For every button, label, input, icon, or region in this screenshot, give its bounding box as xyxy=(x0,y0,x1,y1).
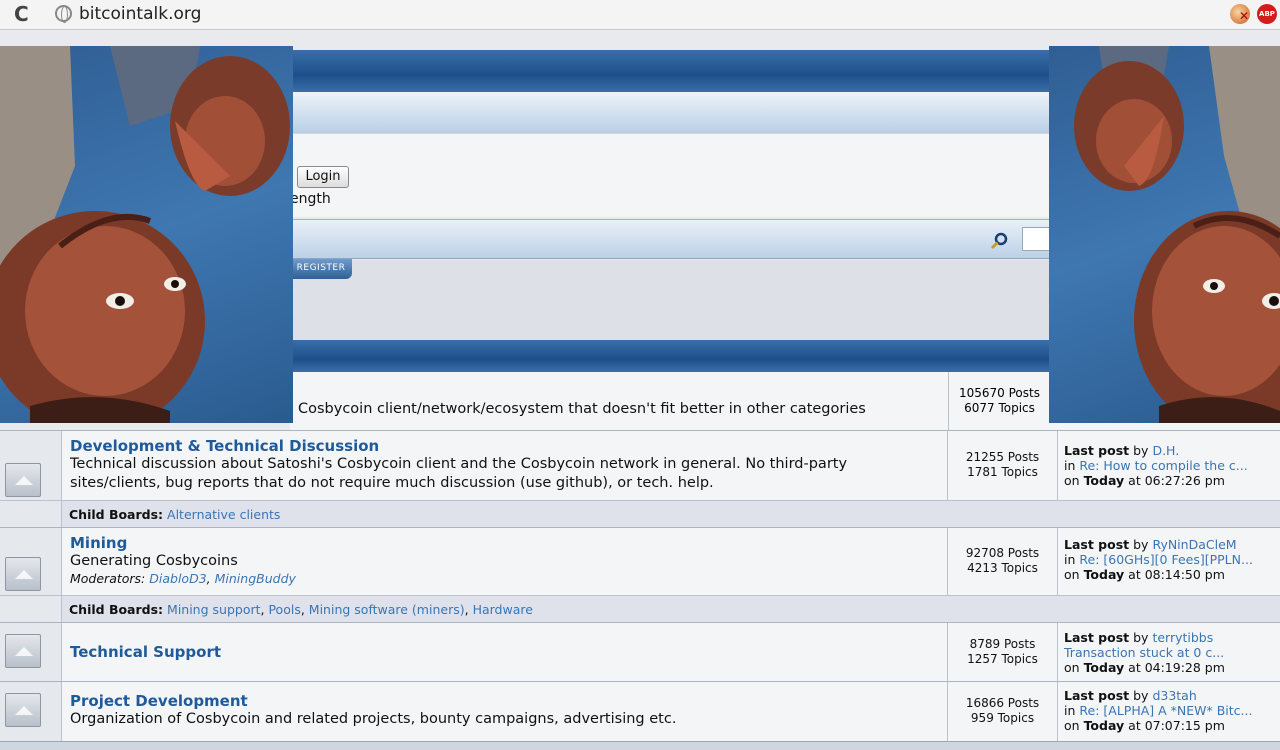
topic-count: 1781 Topics xyxy=(967,465,1038,479)
board-row: Project Development Organization of Cosb… xyxy=(0,681,1280,741)
child-board-link[interactable]: Mining software (miners) xyxy=(309,602,465,617)
menu-area xyxy=(290,260,1050,340)
moderator-link[interactable]: DiabloD3 xyxy=(149,571,206,586)
topic-count: 959 Topics xyxy=(970,711,1035,725)
child-board-link[interactable]: Pools xyxy=(268,602,300,617)
post-count: 92708 Posts xyxy=(965,546,1040,560)
child-board-link[interactable]: Mining support xyxy=(167,602,260,617)
topic-count: 6077 Topics xyxy=(964,401,1035,415)
post-count: 105670 Posts xyxy=(959,386,1040,400)
last-post-author[interactable]: D.H. xyxy=(1152,443,1179,458)
post-count: 16866 Posts xyxy=(965,696,1040,710)
board-status-icon[interactable] xyxy=(5,693,41,727)
last-post-topic[interactable]: Re: How to compile the c... xyxy=(1079,458,1247,473)
portrait-image-right xyxy=(1049,46,1280,423)
browser-toolbar: C bitcointalk.org ABP xyxy=(0,0,1280,30)
board-title[interactable]: Development & Technical Discussion xyxy=(70,437,939,455)
search-bar xyxy=(290,219,1050,259)
board-status-icon[interactable] xyxy=(5,557,41,591)
board-moderators: Moderators: DiabloD3, MiningBuddy xyxy=(70,571,296,586)
child-boards: Child Boards: Mining support, Pools, Min… xyxy=(62,595,1280,622)
last-post: Last post by d33tah in Re: [ALPHA] A *NE… xyxy=(1064,688,1253,733)
board-title[interactable]: Mining xyxy=(70,534,939,552)
last-post: Last post by RyNinDaCleM in Re: [60GHs][… xyxy=(1064,537,1253,582)
board-stats: 105670 Posts 6077 Topics xyxy=(948,372,1050,431)
child-board-link[interactable]: Alternative clients xyxy=(167,507,280,522)
last-post-topic[interactable]: Re: [60GHs][0 Fees][PPLN... xyxy=(1079,552,1253,567)
login-button[interactable]: Login xyxy=(297,166,349,188)
board-description: Technical discussion about Satoshi's Cos… xyxy=(70,456,848,491)
board-title[interactable]: Project Development xyxy=(70,692,939,710)
board-row: Mining Generating Cosbycoins Moderators:… xyxy=(0,527,1280,595)
board-row: Technical Support 8789 Posts 1257 Topics… xyxy=(0,622,1280,681)
last-post: Last post by terrytibbs Transaction stuc… xyxy=(1064,630,1225,675)
header-subbar xyxy=(290,92,1050,133)
search-icon[interactable] xyxy=(990,232,1008,250)
last-post-topic[interactable]: Re: [ALPHA] A *NEW* Bitc... xyxy=(1079,703,1252,718)
board-description: Organization of Cosbycoin and related pr… xyxy=(70,711,677,727)
topic-count: 1257 Topics xyxy=(967,652,1038,666)
post-count: 21255 Posts xyxy=(965,450,1040,464)
table-footer xyxy=(0,741,1280,750)
globe-icon xyxy=(55,5,72,23)
login-panel xyxy=(290,133,1050,217)
last-post-author[interactable]: terrytibbs xyxy=(1152,630,1213,645)
topic-count: 4213 Topics xyxy=(967,561,1038,575)
category-header xyxy=(290,340,1050,372)
child-board-link[interactable]: Hardware xyxy=(473,602,533,617)
board-description: Cosbycoin client/network/ecosystem that … xyxy=(298,401,866,417)
extension-icon[interactable] xyxy=(1230,4,1250,24)
reload-icon[interactable]: C xyxy=(14,2,29,26)
last-post-topic[interactable]: Transaction stuck at 0 c... xyxy=(1064,645,1224,660)
board-description: Generating Cosbycoins xyxy=(70,553,238,569)
header-banner xyxy=(290,50,1050,92)
last-post: Last post by D.H. in Re: How to compile … xyxy=(1064,443,1248,488)
child-boards: Child Boards: Alternative clients xyxy=(62,500,1280,527)
last-post-author[interactable]: RyNinDaCleM xyxy=(1152,537,1236,552)
address-bar[interactable]: bitcointalk.org xyxy=(79,4,201,24)
adblock-icon[interactable]: ABP xyxy=(1257,4,1277,24)
session-length-label: ength xyxy=(290,191,331,207)
moderator-link[interactable]: MiningBuddy xyxy=(215,571,296,586)
board-title[interactable]: Technical Support xyxy=(70,643,939,661)
register-tab[interactable]: REGISTER xyxy=(290,259,352,279)
board-status-icon[interactable] xyxy=(5,634,41,668)
board-status-icon[interactable] xyxy=(5,463,41,497)
last-post-author[interactable]: d33tah xyxy=(1152,688,1196,703)
portrait-image-left xyxy=(0,46,293,423)
post-count: 8789 Posts xyxy=(969,637,1036,651)
board-row: Development & Technical Discussion Techn… xyxy=(0,430,1280,500)
